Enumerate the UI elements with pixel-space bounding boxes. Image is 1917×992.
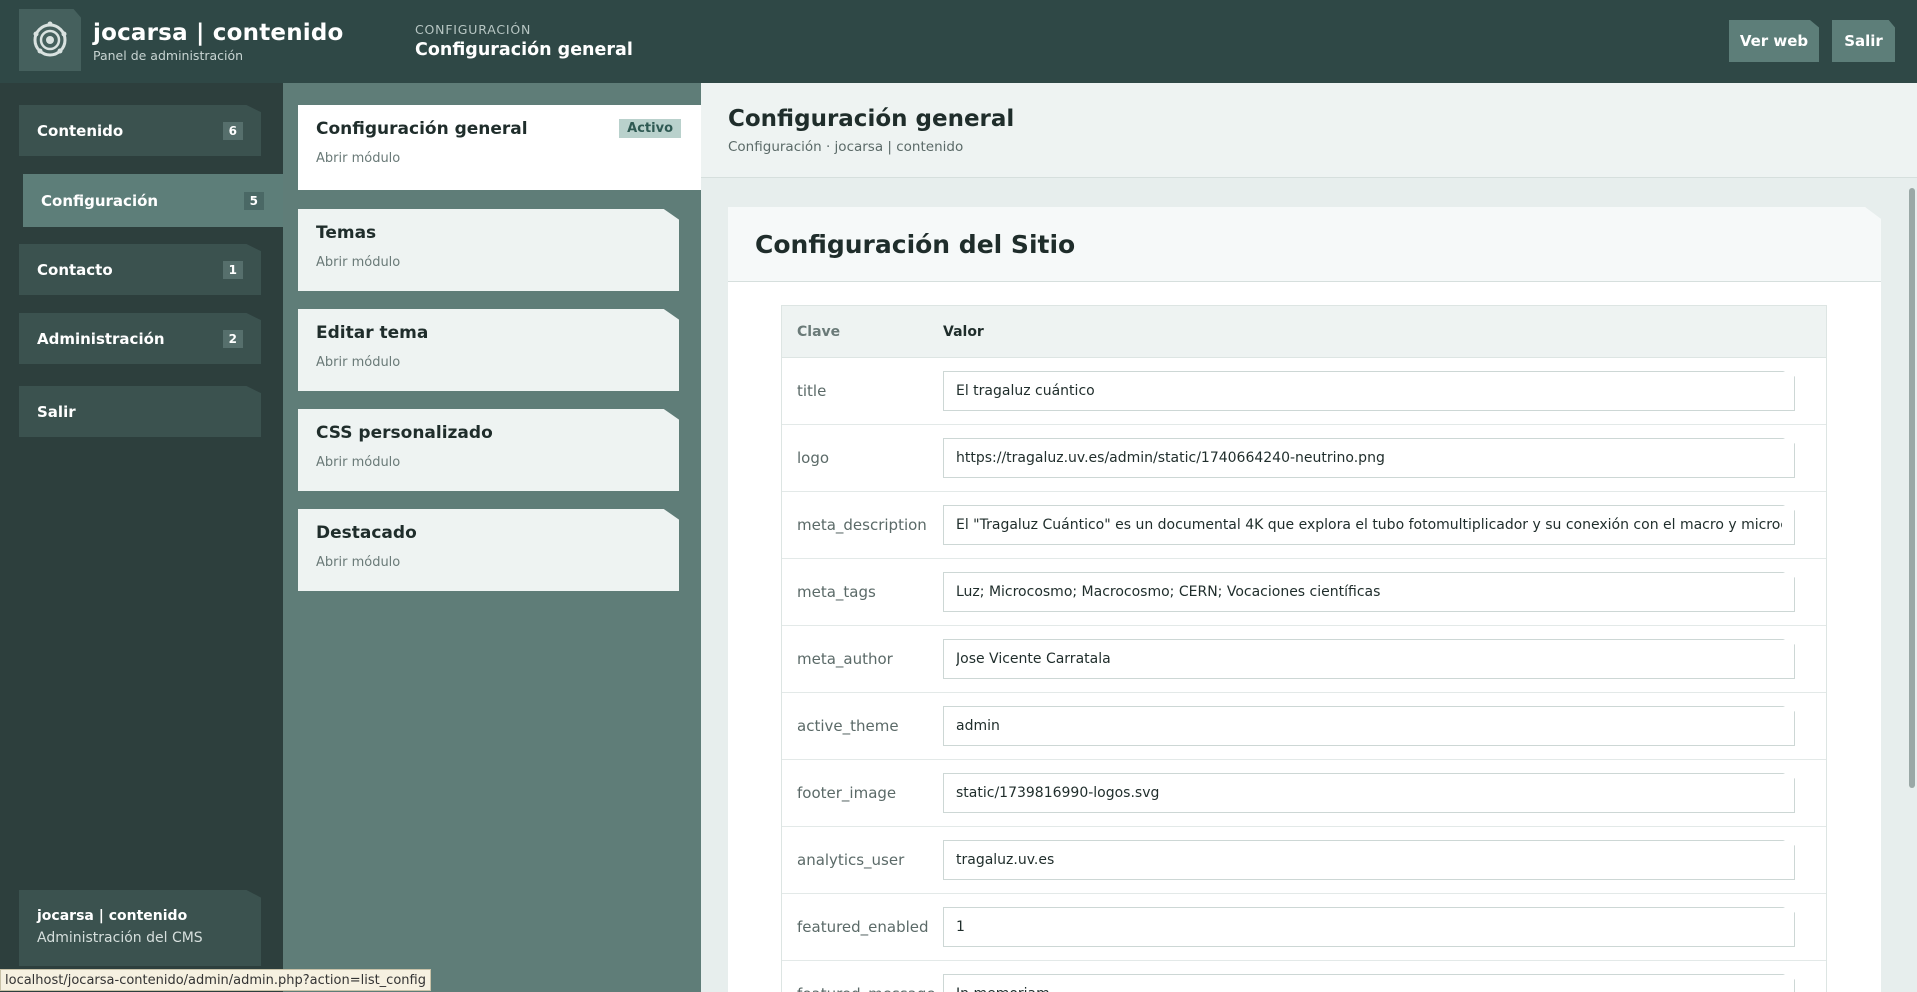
table-row: meta_author: [782, 626, 1826, 693]
section-label: CONFIGURACIÓN: [415, 22, 532, 37]
module-subtitle: Abrir módulo: [316, 255, 401, 270]
top-bar: jocarsa | contenido Panel de administrac…: [0, 0, 1917, 83]
app-logo[interactable]: [19, 9, 81, 71]
module-subtitle: Abrir módulo: [316, 455, 401, 470]
sidebar-item-label: Configuración: [41, 191, 159, 210]
main-content: Configuración general Configuración · jo…: [701, 83, 1917, 992]
config-value-input[interactable]: [943, 438, 1795, 478]
view-site-button[interactable]: Ver web: [1729, 20, 1819, 62]
config-value-input[interactable]: [943, 371, 1795, 411]
main-header: Configuración general Configuración · jo…: [701, 83, 1917, 178]
table-row: title: [782, 358, 1826, 425]
config-value-input[interactable]: [943, 572, 1795, 612]
config-value-input[interactable]: [943, 840, 1795, 880]
header-breadcrumb: CONFIGURACIÓN Configuración general: [415, 22, 633, 60]
module-subtitle: Abrir módulo: [316, 555, 401, 570]
table-row: footer_image: [782, 760, 1826, 827]
scrollbar[interactable]: [1907, 180, 1917, 992]
status-bar-url: localhost/jocarsa-contenido/admin/admin.…: [0, 969, 431, 991]
config-key: active_theme: [797, 717, 899, 735]
table-row: meta_description: [782, 492, 1826, 559]
module-title: Destacado: [316, 523, 417, 543]
count-badge: 1: [222, 260, 243, 279]
module-subtitle: Abrir módulo: [316, 355, 401, 370]
config-panel: Configuración del Sitio Clave Valor titl…: [728, 207, 1881, 992]
count-badge: 6: [222, 121, 243, 140]
brand-subtitle: Panel de administración: [93, 48, 244, 63]
config-value-input[interactable]: [943, 974, 1795, 992]
page-title: Configuración general: [728, 106, 1015, 132]
footer-title: jocarsa | contenido: [37, 908, 188, 924]
sidebar-footer: jocarsa | contenido Administración del C…: [19, 890, 261, 966]
module-configuracion-general[interactable]: Configuración general Abrir módulo Activ…: [298, 105, 701, 190]
module-list: Configuración general Abrir módulo Activ…: [283, 83, 701, 992]
sidebar-item-salir[interactable]: Salir: [19, 386, 261, 437]
table-row: meta_tags: [782, 559, 1826, 626]
config-key: meta_tags: [797, 583, 876, 601]
scrollbar-thumb[interactable]: [1909, 188, 1915, 788]
config-key: analytics_user: [797, 851, 905, 869]
footer-subtitle: Administración del CMS: [37, 930, 203, 946]
sidebar-item-label: Administración: [37, 329, 165, 348]
table-row: logo: [782, 425, 1826, 492]
breadcrumb: Configuración · jocarsa | contenido: [728, 139, 964, 155]
logout-button[interactable]: Salir: [1832, 20, 1895, 62]
section-title: Configuración general: [415, 40, 633, 60]
count-badge: 2: [222, 329, 243, 348]
count-badge: 5: [243, 191, 264, 210]
config-key: footer_image: [797, 784, 897, 802]
table-row: analytics_user: [782, 827, 1826, 894]
module-destacado[interactable]: Destacado Abrir módulo: [298, 509, 679, 591]
sidebar-item-label: Contenido: [37, 121, 124, 140]
sidebar-item-contenido[interactable]: Contenido 6: [19, 105, 261, 156]
sidebar-item-administracion[interactable]: Administración 2: [19, 313, 261, 364]
module-editar-tema[interactable]: Editar tema Abrir módulo: [298, 309, 679, 391]
sidebar-item-label: Contacto: [37, 260, 113, 279]
brand-title: jocarsa | contenido: [93, 20, 344, 46]
config-value-input[interactable]: [943, 505, 1795, 545]
config-table: Clave Valor title logo meta_descriptionmet…: [781, 305, 1827, 992]
config-key: meta_description: [797, 516, 927, 534]
config-value-input[interactable]: [943, 907, 1795, 947]
table-row: featured_enabled: [782, 894, 1826, 961]
panel-title: Configuración del Sitio: [755, 229, 1076, 259]
config-key: featured_message: [782, 985, 943, 992]
active-badge: Activo: [619, 119, 681, 138]
table-header: Clave Valor: [782, 306, 1826, 358]
config-key: featured_enabled: [797, 918, 929, 936]
module-subtitle: Abrir módulo: [316, 151, 401, 166]
module-title: Editar tema: [316, 323, 429, 343]
table-row: featured_message: [782, 961, 1826, 992]
sidebar-item-configuracion[interactable]: Configuración 5: [23, 174, 283, 227]
gear-logo-icon: [33, 21, 67, 57]
config-value-input[interactable]: [943, 639, 1795, 679]
module-title: Temas: [316, 223, 377, 243]
config-key: meta_author: [797, 650, 893, 668]
module-temas[interactable]: Temas Abrir módulo: [298, 209, 679, 291]
column-header-key: Clave: [797, 323, 841, 340]
panel-header: Configuración del Sitio: [728, 207, 1881, 282]
column-header-value: Valor: [943, 323, 984, 340]
module-title: CSS personalizado: [316, 423, 493, 443]
table-row: active_theme: [782, 693, 1826, 760]
config-key: title: [797, 382, 827, 400]
sidebar-item-label: Salir: [37, 402, 76, 421]
module-css-personalizado[interactable]: CSS personalizado Abrir módulo: [298, 409, 679, 491]
sidebar-item-contacto[interactable]: Contacto 1: [19, 244, 261, 295]
sidebar: Contenido 6 Configuración 5 Contacto 1 A…: [0, 83, 283, 992]
brand: jocarsa | contenido Panel de administrac…: [93, 20, 344, 63]
config-value-input[interactable]: [943, 773, 1795, 813]
config-key: logo: [797, 449, 830, 467]
config-value-input[interactable]: [943, 706, 1795, 746]
